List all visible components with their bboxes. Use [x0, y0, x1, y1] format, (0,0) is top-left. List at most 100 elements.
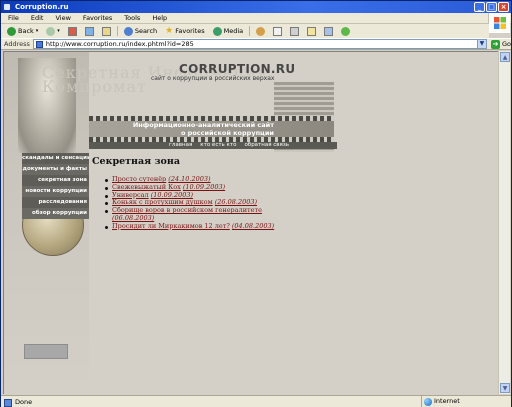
- minimize-button[interactable]: _: [474, 2, 485, 12]
- side-navigation: скандалы и сенсации документы и факты се…: [22, 153, 89, 219]
- article-link[interactable]: Просидит ли Миркакимов 12 лет?: [112, 222, 230, 230]
- back-dropdown-icon[interactable]: ▾: [36, 28, 39, 34]
- home-button[interactable]: [100, 25, 113, 37]
- discuss-icon: [324, 26, 334, 36]
- window-controls: _ □ ×: [474, 2, 509, 12]
- sidenav-news[interactable]: новости коррупции: [22, 186, 89, 197]
- main-content: Секретная зона Просто сутенёр (24.10.200…: [92, 156, 492, 231]
- status-bar: Done Internet: [1, 395, 511, 407]
- close-button[interactable]: ×: [498, 2, 509, 12]
- menu-favorites[interactable]: Favorites: [82, 14, 113, 22]
- status-text: Done: [15, 397, 33, 406]
- edit-button[interactable]: [305, 25, 318, 37]
- discuss-button[interactable]: [322, 25, 335, 37]
- menu-help[interactable]: Help: [151, 14, 168, 22]
- favorites-button[interactable]: ★ Favorites: [163, 25, 206, 37]
- article-link[interactable]: Просто сутенёр: [112, 175, 166, 183]
- forward-arrow-icon: [46, 26, 56, 36]
- page-done-icon: [4, 398, 12, 407]
- back-button[interactable]: Back ▾: [5, 25, 40, 37]
- sidenav-documents[interactable]: документы и факты: [22, 164, 89, 175]
- scroll-down-icon[interactable]: ▼: [500, 383, 510, 393]
- ie-icon: [3, 3, 11, 11]
- nav-who-is-who[interactable]: кто есть кто: [200, 142, 236, 149]
- top-navigation: главная кто есть кто обратная связь: [89, 142, 337, 149]
- header-banner: Информационно-аналитический сайт о росси…: [89, 116, 334, 142]
- counter-box: [24, 344, 68, 359]
- go-button[interactable]: ➜ Go: [490, 39, 511, 49]
- article-date: (10.09.2003): [182, 182, 226, 191]
- refresh-icon: [84, 26, 94, 36]
- globe-icon: [424, 398, 432, 406]
- media-button[interactable]: Media: [211, 25, 246, 37]
- scroll-up-icon[interactable]: ▲: [500, 52, 510, 62]
- address-input[interactable]: http://www.corruption.ru/index.phtml?id=…: [32, 39, 487, 49]
- section-title: Секретная зона: [92, 156, 180, 167]
- history-icon: [256, 26, 266, 36]
- forward-button[interactable]: ▾: [44, 25, 62, 37]
- standard-toolbar: Back ▾ ▾ Search ★ Favorites Media: [1, 24, 489, 38]
- page-icon: [35, 41, 43, 48]
- title-bar: Corruption.ru _ □ ×: [1, 1, 511, 13]
- edit-icon: [307, 26, 317, 36]
- menu-edit[interactable]: Edit: [30, 14, 45, 22]
- nav-home[interactable]: главная: [169, 142, 192, 149]
- windows-logo: [488, 13, 510, 33]
- article-date: (10.09.2003): [150, 190, 194, 199]
- search-icon: [123, 26, 133, 36]
- zone-label: Internet: [434, 397, 460, 405]
- menu-bar: File Edit View Favorites Tools Help: [1, 13, 511, 24]
- menu-file[interactable]: File: [7, 14, 20, 22]
- maximize-button[interactable]: □: [486, 2, 497, 12]
- sidenav-scandals[interactable]: скандалы и сенсации: [22, 153, 89, 164]
- site-slogan: сайт о коррупции в российских верхах: [149, 75, 277, 82]
- refresh-button[interactable]: [83, 25, 96, 37]
- print-button[interactable]: [288, 25, 301, 37]
- history-button[interactable]: [254, 25, 267, 37]
- search-button[interactable]: Search: [122, 25, 159, 37]
- favorites-label: Favorites: [175, 27, 205, 35]
- article-link[interactable]: Свежевыжатый Кох: [112, 183, 181, 191]
- address-label: Address: [4, 40, 30, 48]
- vertical-scrollbar[interactable]: ▲ ▼: [498, 51, 510, 394]
- messenger-button[interactable]: [339, 25, 352, 37]
- article-date: (26.08.2003): [214, 198, 258, 207]
- article-date: (06.08.2003): [112, 213, 155, 222]
- site-logo[interactable]: CORRUPTION.RU: [179, 62, 295, 76]
- print-icon: [290, 26, 300, 36]
- list-item: Просидит ли Миркакимов 12 лет? (04.08.20…: [105, 221, 492, 231]
- menu-tools[interactable]: Tools: [123, 14, 141, 22]
- article-link[interactable]: Универсал: [112, 191, 149, 199]
- article-link[interactable]: Сборище воров в российском генералитете: [112, 206, 262, 214]
- page-viewport: Секретная Информация Компромат CORRUPTIO…: [3, 51, 498, 394]
- toolbar-separator: [116, 26, 118, 36]
- forward-dropdown-icon[interactable]: ▾: [57, 28, 60, 34]
- media-icon: [212, 26, 222, 36]
- security-zone: Internet: [421, 396, 509, 407]
- star-icon: ★: [165, 26, 174, 36]
- stop-icon: [67, 26, 77, 36]
- sidenav-secret-zone[interactable]: секретная зона: [22, 175, 89, 186]
- home-icon: [101, 26, 111, 36]
- go-label: Go: [501, 40, 511, 48]
- toolbar-separator: [249, 26, 251, 36]
- search-label: Search: [134, 27, 158, 35]
- back-arrow-icon: [7, 26, 16, 36]
- banner-text: Информационно-аналитический сайт о росси…: [104, 121, 274, 137]
- menu-view[interactable]: View: [54, 14, 71, 22]
- messenger-icon: [341, 26, 351, 36]
- sidenav-investigations[interactable]: расследования: [22, 197, 89, 208]
- article-date: (04.08.2003): [231, 221, 275, 230]
- stop-button[interactable]: [66, 25, 79, 37]
- media-label: Media: [223, 27, 244, 35]
- mail-button[interactable]: [271, 25, 284, 37]
- address-url: http://www.corruption.ru/index.phtml?id=…: [45, 40, 194, 48]
- article-link[interactable]: Коньяк с протухшим душком: [112, 198, 213, 206]
- sidenav-review[interactable]: обзор коррупции: [22, 208, 89, 219]
- nav-feedback[interactable]: обратная связь: [244, 142, 289, 149]
- mail-icon: [273, 26, 283, 36]
- status-left: Done: [1, 397, 421, 407]
- address-bar: Address http://www.corruption.ru/index.p…: [1, 38, 511, 50]
- back-label: Back: [18, 27, 34, 35]
- address-dropdown-icon[interactable]: ▼: [476, 40, 486, 48]
